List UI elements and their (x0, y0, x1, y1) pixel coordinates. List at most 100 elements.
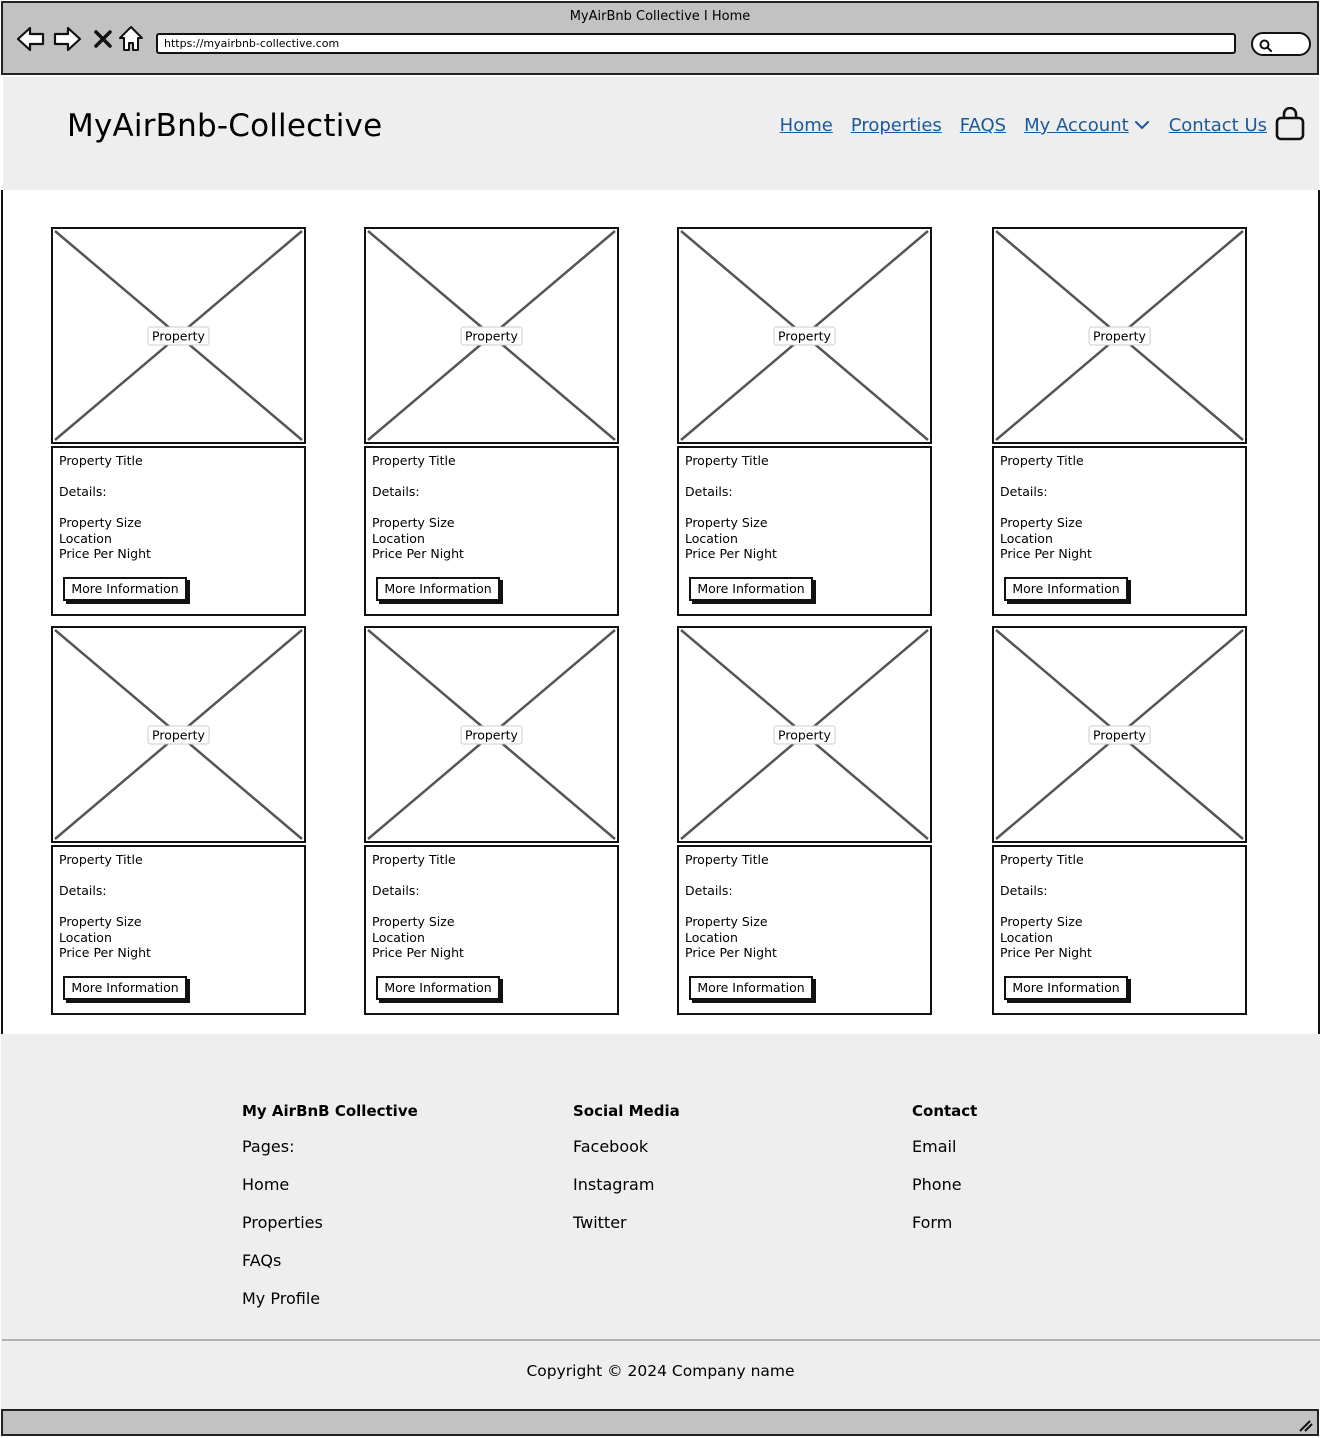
more-information-button[interactable]: More Information (689, 976, 813, 1000)
image-label: Property (1088, 326, 1151, 345)
site-header: MyAirBnb-Collective Home Properties FAQS… (3, 77, 1319, 190)
property-card: Property Property Title Details: Propert… (364, 227, 619, 616)
property-card: Property Property Title Details: Propert… (364, 626, 619, 1015)
back-button[interactable] (15, 23, 47, 55)
browser-status-bar (1, 1409, 1319, 1436)
footer-link-my-profile[interactable]: My Profile (242, 1289, 418, 1308)
property-price: Price Per Night (685, 546, 777, 561)
property-size: Property Size (685, 515, 768, 530)
nav-link-contact-us[interactable]: Contact Us (1169, 115, 1267, 136)
property-card: Property Property Title Details: Propert… (51, 626, 306, 1015)
back-arrow-icon (16, 26, 45, 52)
property-location: Location (59, 929, 112, 945)
copyright-text: Copyright © 2024 Company name (526, 1362, 795, 1380)
image-label: Property (147, 725, 210, 744)
nav-link-my-account-label: My Account (1024, 115, 1129, 136)
property-location: Location (372, 530, 425, 546)
more-information-button[interactable]: More Information (1004, 577, 1128, 601)
property-title: Property Title (1000, 852, 1084, 867)
property-details: Property Title Details: Property Size Lo… (51, 446, 306, 616)
property-image-placeholder[interactable]: Property (677, 227, 932, 444)
property-card: Property Property Title Details: Propert… (677, 227, 932, 616)
property-image-placeholder[interactable]: Property (364, 227, 619, 444)
property-details: Property Title Details: Property Size Lo… (677, 446, 932, 616)
frame-border-right (1318, 190, 1320, 1035)
property-size: Property Size (372, 515, 455, 530)
footer-link-twitter[interactable]: Twitter (573, 1213, 680, 1232)
image-label: Property (773, 725, 836, 744)
nav-link-properties[interactable]: Properties (851, 115, 942, 136)
footer-link-form[interactable]: Form (912, 1213, 977, 1232)
nav-link-my-account[interactable]: My Account (1024, 115, 1151, 136)
footer-heading: Social Media (573, 1102, 680, 1120)
property-size: Property Size (59, 515, 142, 530)
footer-link-phone[interactable]: Phone (912, 1175, 977, 1194)
image-label: Property (460, 725, 523, 744)
footer-heading: Contact (912, 1102, 978, 1120)
details-label: Details: (685, 883, 733, 898)
property-details: Property Title Details: Property Size Lo… (992, 446, 1247, 616)
more-information-button[interactable]: More Information (63, 577, 187, 601)
footer-link-home[interactable]: Home (242, 1175, 418, 1194)
property-price: Price Per Night (372, 945, 464, 960)
browser-search-button[interactable] (1251, 32, 1311, 56)
shopping-bag-button[interactable] (1275, 106, 1305, 145)
property-image-placeholder[interactable]: Property (992, 626, 1247, 843)
browser-chrome: MyAirBnb Collective I Home https://myair… (1, 1, 1319, 75)
brand-logo[interactable]: MyAirBnb-Collective (67, 108, 382, 144)
details-label: Details: (1000, 484, 1048, 499)
property-location: Location (372, 929, 425, 945)
property-details: Property Title Details: Property Size Lo… (51, 845, 306, 1015)
more-information-button[interactable]: More Information (63, 976, 187, 1000)
footer-link-instagram[interactable]: Instagram (573, 1175, 680, 1194)
property-size: Property Size (59, 914, 142, 929)
property-image-placeholder[interactable]: Property (51, 227, 306, 444)
home-icon (119, 26, 143, 51)
image-label: Property (1088, 725, 1151, 744)
footer-column-company: My AirBnB Collective Pages: Home Propert… (242, 1102, 418, 1327)
property-location: Location (685, 530, 738, 546)
home-button[interactable] (115, 23, 147, 55)
footer-divider (2, 1339, 1320, 1341)
property-price: Price Per Night (372, 546, 464, 561)
more-information-button[interactable]: More Information (376, 976, 500, 1000)
footer-link-email[interactable]: Email (912, 1137, 977, 1156)
property-price: Price Per Night (59, 945, 151, 960)
property-price: Price Per Night (1000, 546, 1092, 561)
address-bar[interactable]: https://myairbnb-collective.com (156, 33, 1236, 54)
nav-link-home[interactable]: Home (780, 115, 833, 136)
close-icon (94, 30, 112, 48)
forward-button[interactable] (51, 23, 83, 55)
property-details: Property Title Details: Property Size Lo… (677, 845, 932, 1015)
property-location: Location (685, 929, 738, 945)
resize-grip-icon[interactable] (1297, 1418, 1313, 1432)
nav-link-faqs[interactable]: FAQS (960, 115, 1006, 136)
property-card: Property Property Title Details: Propert… (51, 227, 306, 616)
footer-column-contact: Contact Email Phone Form (912, 1102, 977, 1251)
property-location: Location (1000, 530, 1053, 546)
property-image-placeholder[interactable]: Property (364, 626, 619, 843)
property-image-placeholder[interactable]: Property (992, 227, 1247, 444)
footer-link-properties[interactable]: Properties (242, 1213, 418, 1232)
property-price: Price Per Night (59, 546, 151, 561)
search-icon (1259, 39, 1273, 53)
image-label: Property (460, 326, 523, 345)
property-title: Property Title (685, 453, 769, 468)
more-information-button[interactable]: More Information (376, 577, 500, 601)
property-card: Property Property Title Details: Propert… (677, 626, 932, 1015)
image-label: Property (773, 326, 836, 345)
main-nav: Home Properties FAQS My Account Contact … (780, 115, 1267, 136)
footer-column-social: Social Media Facebook Instagram Twitter (573, 1102, 680, 1251)
more-information-button[interactable]: More Information (1004, 976, 1128, 1000)
property-title: Property Title (372, 852, 456, 867)
image-label: Property (147, 326, 210, 345)
footer-link-facebook[interactable]: Facebook (573, 1137, 680, 1156)
more-information-button[interactable]: More Information (689, 577, 813, 601)
details-label: Details: (685, 484, 733, 499)
footer-heading: My AirBnB Collective (242, 1102, 418, 1120)
details-label: Details: (59, 883, 107, 898)
property-image-placeholder[interactable]: Property (51, 626, 306, 843)
footer-link-faqs[interactable]: FAQs (242, 1251, 418, 1270)
property-image-placeholder[interactable]: Property (677, 626, 932, 843)
property-card: Property Property Title Details: Propert… (992, 227, 1247, 616)
